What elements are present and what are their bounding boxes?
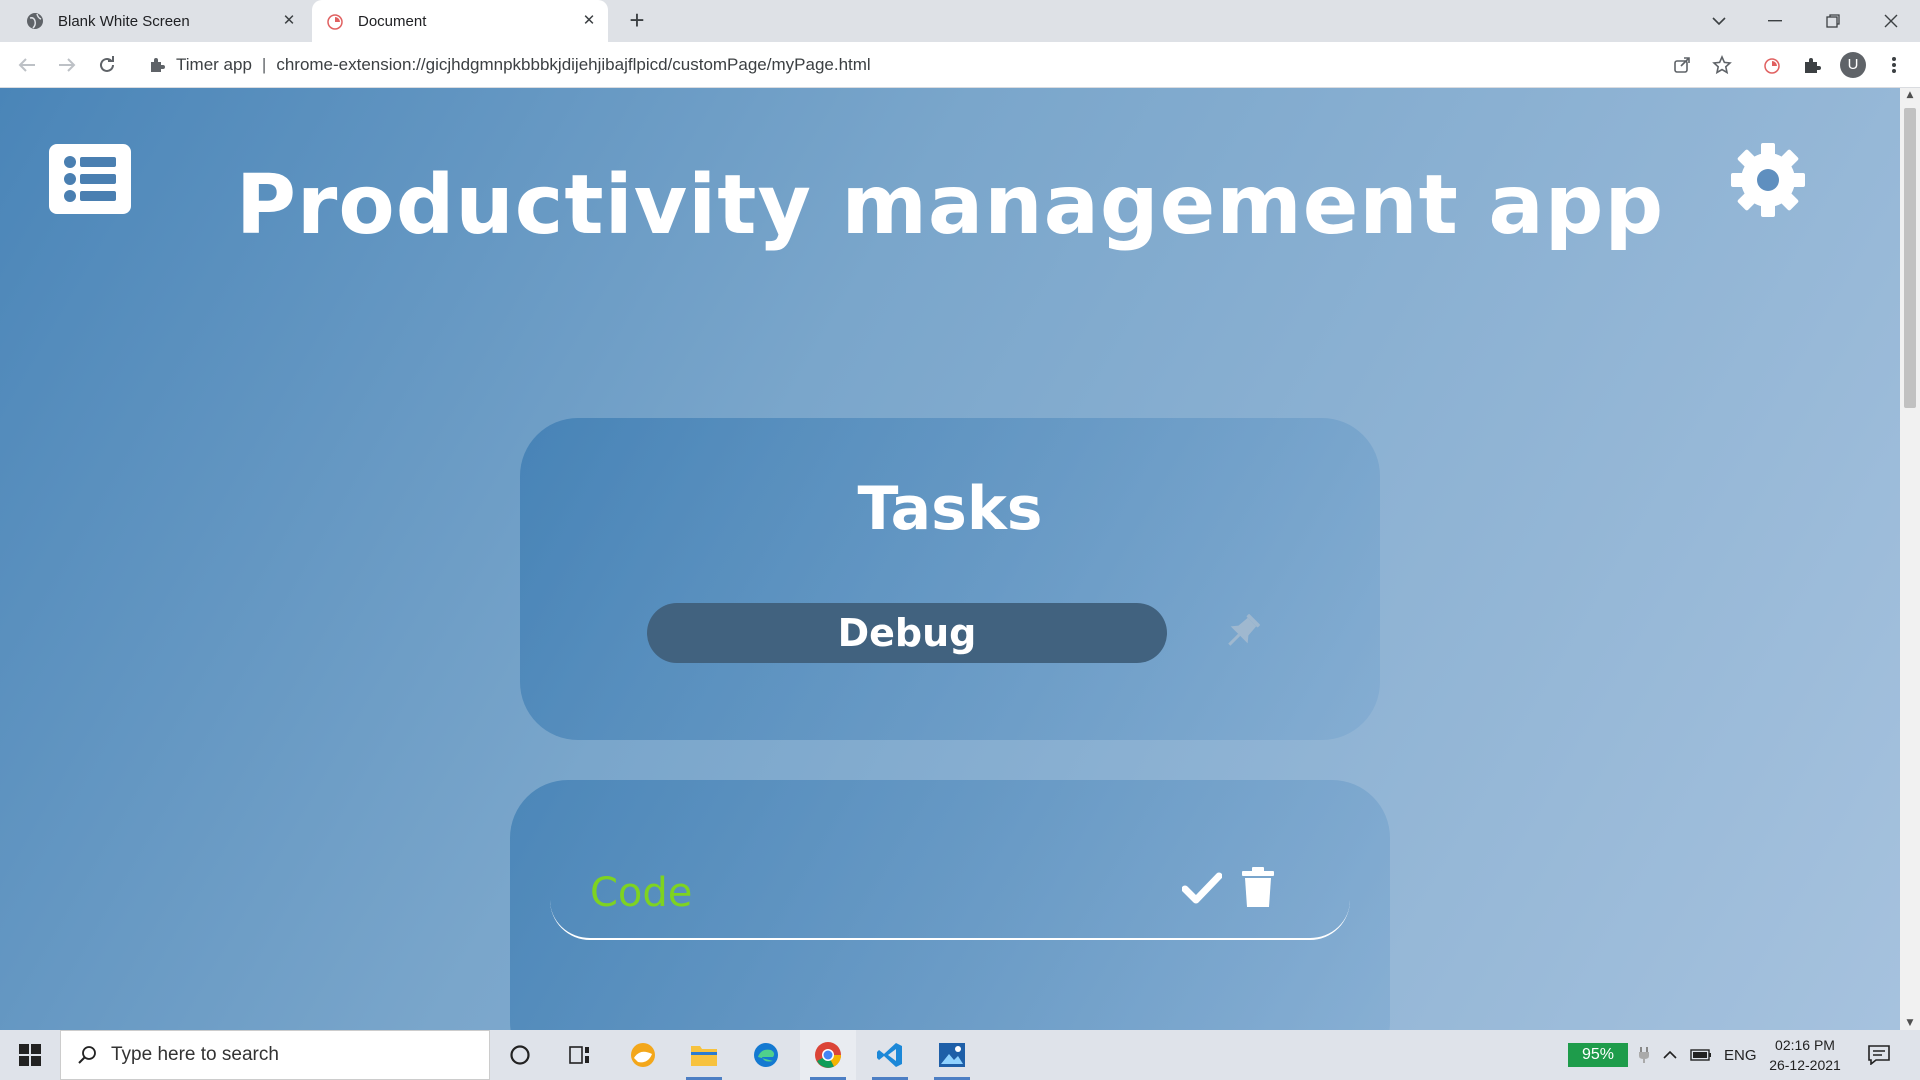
- globe-icon: [27, 13, 43, 29]
- bookmark-star-icon[interactable]: [1711, 54, 1733, 76]
- cortana-button[interactable]: [492, 1030, 548, 1080]
- forward-button[interactable]: [54, 52, 80, 78]
- share-icon[interactable]: [1671, 54, 1693, 76]
- windows-taskbar: Type here to search 95% ENG 02:16 PM 26-…: [0, 1030, 1920, 1080]
- trash-icon: [1242, 867, 1274, 907]
- extensions-puzzle-icon[interactable]: [1801, 54, 1823, 76]
- address-bar: Timer app | chrome-extension://gicjhdgmn…: [0, 42, 1920, 88]
- photos-icon: [939, 1043, 965, 1067]
- restore-button[interactable]: [1810, 6, 1856, 36]
- tab-title: Blank White Screen: [58, 12, 190, 30]
- close-tab-icon[interactable]: ✕: [580, 12, 598, 30]
- tasks-heading: Tasks: [857, 474, 1043, 544]
- new-tab-button[interactable]: +: [624, 7, 650, 34]
- taskbar-app-file-explorer[interactable]: [676, 1030, 732, 1080]
- url-text: chrome-extension://gicjhdgmnpkbbbkjdijeh…: [276, 55, 871, 74]
- tab-title: Document: [358, 12, 427, 30]
- app-title: Productivity management app: [235, 158, 1665, 253]
- vscode-icon: [877, 1043, 902, 1067]
- clock-date: 26-12-2021: [1769, 1057, 1841, 1073]
- back-button[interactable]: [14, 52, 40, 78]
- page-viewport: Productivity management app Tasks Debug …: [0, 88, 1900, 1030]
- omnibox[interactable]: Timer app | chrome-extension://gicjhdgmn…: [138, 48, 1718, 82]
- tab-blank-white-screen[interactable]: Blank White Screen ✕: [12, 0, 308, 42]
- extension-puzzle-icon: [151, 58, 165, 72]
- site-name: Timer app: [176, 55, 252, 74]
- edge-icon: [754, 1043, 778, 1067]
- task-list-card: Code: [510, 780, 1390, 1030]
- cortana-circle-icon: [510, 1045, 530, 1065]
- delete-task-button[interactable]: [1238, 864, 1278, 910]
- taskbar-app-edge[interactable]: [738, 1030, 794, 1080]
- tab-document[interactable]: Document ✕: [312, 0, 608, 42]
- taskbar-app-vscode[interactable]: [862, 1030, 918, 1080]
- notifications-icon[interactable]: [1868, 1030, 1890, 1080]
- windows-logo-icon: [19, 1044, 41, 1066]
- scroll-up-arrow-icon[interactable]: ▲: [1900, 88, 1920, 102]
- minimize-button[interactable]: [1752, 6, 1798, 36]
- edge-beta-icon: [631, 1043, 655, 1067]
- more-menu-icon[interactable]: [1883, 54, 1905, 76]
- task-view-button[interactable]: [552, 1030, 608, 1080]
- start-button[interactable]: [0, 1030, 60, 1080]
- url-separator: |: [261, 55, 267, 74]
- pin-icon: [1228, 614, 1260, 646]
- taskbar-search-box[interactable]: Type here to search: [60, 1030, 490, 1080]
- search-icon: [78, 1046, 96, 1064]
- search-placeholder: Type here to search: [111, 1044, 279, 1065]
- chrome-icon: [815, 1042, 841, 1068]
- battery-icon[interactable]: [1690, 1030, 1712, 1080]
- complete-task-button[interactable]: [1180, 868, 1224, 908]
- task-view-icon: [569, 1046, 589, 1064]
- folder-icon: [691, 1046, 717, 1066]
- task-entry-card: Tasks: [520, 418, 1380, 740]
- task-item: Code: [550, 820, 1350, 940]
- task-input[interactable]: [647, 603, 1167, 663]
- battery-percent-badge: 95%: [1568, 1043, 1628, 1067]
- scroll-thumb[interactable]: [1904, 108, 1916, 408]
- timer-app-favicon: [327, 14, 343, 30]
- close-window-button[interactable]: [1868, 6, 1914, 36]
- profile-avatar[interactable]: U: [1840, 52, 1866, 78]
- language-indicator[interactable]: ENG: [1724, 1030, 1757, 1080]
- tab-strip: Blank White Screen ✕ Document ✕ +: [0, 0, 1920, 42]
- taskbar-app-photos[interactable]: [924, 1030, 980, 1080]
- checkmark-icon: [1182, 872, 1222, 904]
- add-task-pin-button[interactable]: [1218, 608, 1266, 656]
- close-tab-icon[interactable]: ✕: [280, 12, 298, 30]
- taskbar-app-edge-preview[interactable]: [615, 1030, 671, 1080]
- show-hidden-icons-chevron-icon[interactable]: [1662, 1030, 1678, 1080]
- reload-button[interactable]: [94, 52, 120, 78]
- plugged-in-icon: [1638, 1030, 1650, 1080]
- settings-button[interactable]: [1728, 140, 1808, 220]
- gear-icon: [1731, 143, 1805, 217]
- tab-search-chevron-icon[interactable]: [1696, 6, 1742, 36]
- clock-time: 02:16 PM: [1775, 1037, 1835, 1053]
- clock[interactable]: 02:16 PM 26-12-2021: [1760, 1035, 1850, 1075]
- scroll-down-arrow-icon[interactable]: ▼: [1900, 1016, 1920, 1030]
- task-name: Code: [590, 870, 693, 916]
- taskbar-app-chrome[interactable]: [800, 1030, 856, 1080]
- page-scrollbar[interactable]: ▲ ▼: [1900, 88, 1920, 1030]
- timer-extension-icon[interactable]: [1761, 54, 1783, 76]
